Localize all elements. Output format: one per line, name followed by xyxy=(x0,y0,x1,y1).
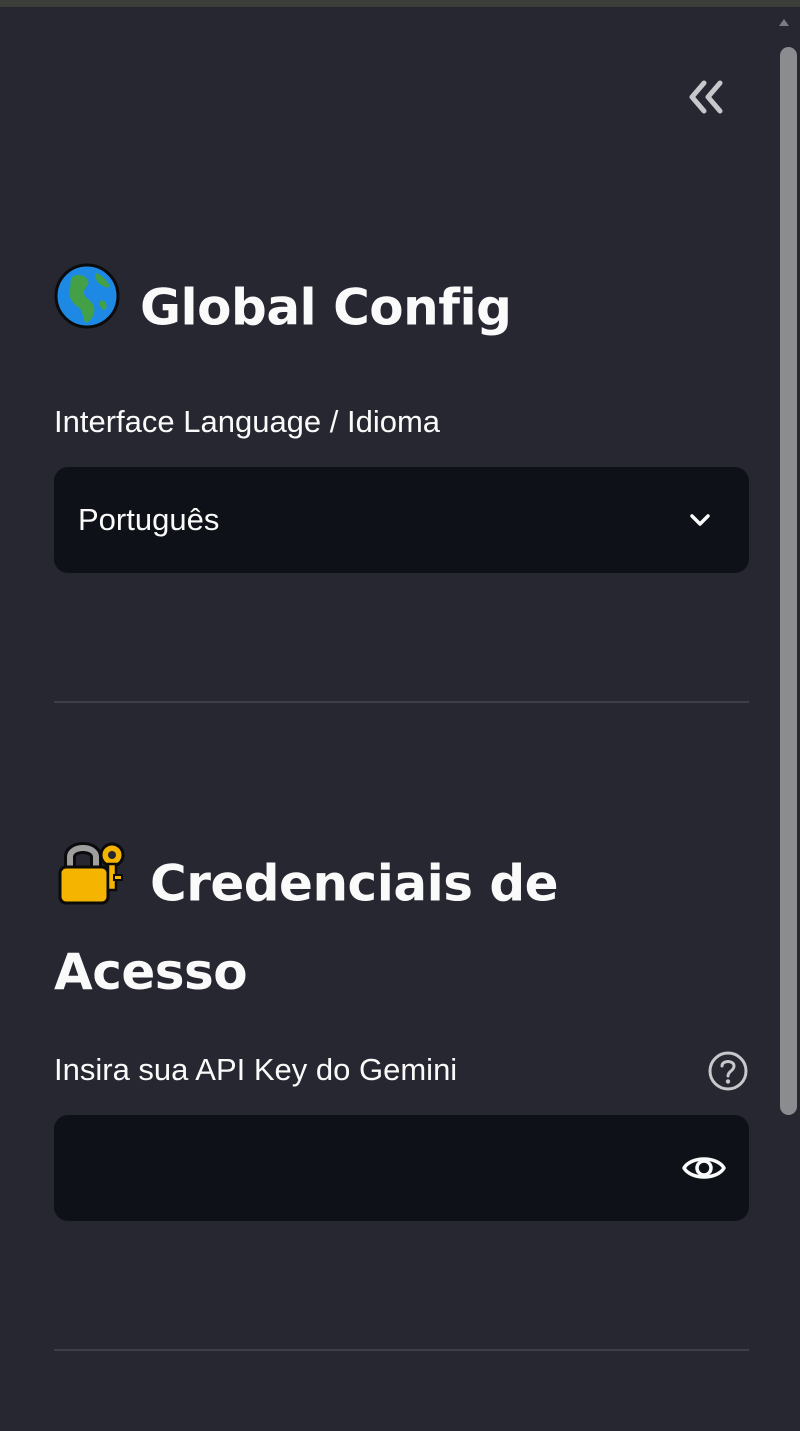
section-divider xyxy=(54,701,749,703)
global-config-heading: Global Config xyxy=(54,263,512,355)
api-key-label: Insira sua API Key do Gemini xyxy=(54,1052,458,1087)
eye-icon[interactable] xyxy=(681,1147,727,1189)
section-divider xyxy=(54,1349,749,1351)
sidebar: Global Config Interface Language / Idiom… xyxy=(0,7,800,1431)
locked-with-key-icon xyxy=(54,837,130,929)
api-key-field[interactable] xyxy=(54,1115,749,1221)
window-top-border xyxy=(0,0,800,7)
double-chevron-left-icon xyxy=(689,80,723,114)
collapse-sidebar-button[interactable] xyxy=(678,71,734,123)
globe-icon xyxy=(54,263,120,351)
scroll-up-arrow[interactable] xyxy=(779,19,789,26)
scrollbar-thumb[interactable] xyxy=(780,47,797,1115)
credentials-heading: Credenciais de Acesso xyxy=(54,841,694,1011)
language-select[interactable]: Português xyxy=(54,467,749,573)
api-key-input[interactable] xyxy=(54,1115,654,1221)
language-label: Interface Language / Idioma xyxy=(54,404,441,439)
question-circle-icon[interactable] xyxy=(706,1049,750,1093)
global-config-title: Global Config xyxy=(140,278,512,337)
language-select-value: Português xyxy=(78,502,220,537)
chevron-down-icon xyxy=(690,514,710,526)
